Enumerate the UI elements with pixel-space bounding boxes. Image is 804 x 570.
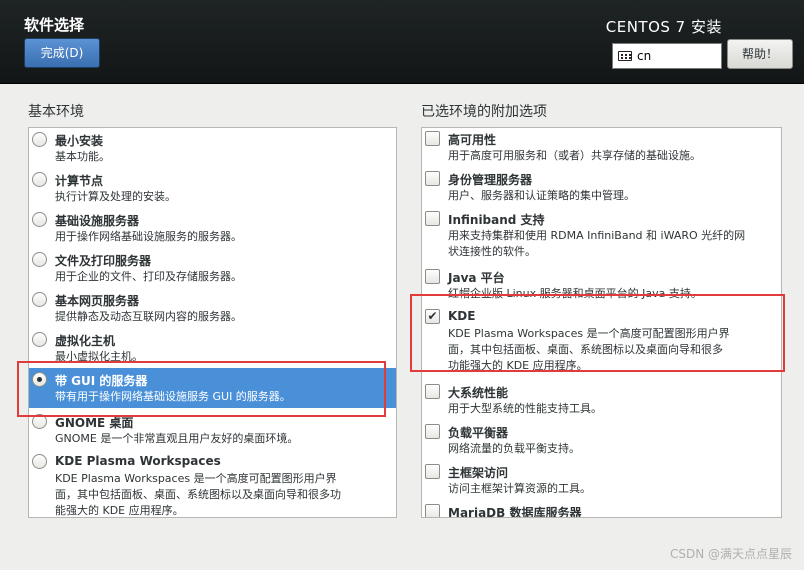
checkbox[interactable] — [425, 211, 440, 226]
environment-option[interactable]: 计算节点执行计算及处理的安装。 — [29, 168, 396, 208]
keyboard-icon — [618, 51, 632, 61]
addon-option[interactable]: 主框架访问访问主框架计算资源的工具。 — [422, 461, 781, 501]
addon-name: Infiniband 支持 — [448, 213, 545, 227]
environment-description: GNOME 是一个非常直观且用户友好的桌面环境。 — [55, 432, 299, 445]
addon-description: 用来支持集群和使用 RDMA InfiniBand 和 iWARO 光纤的网 — [448, 229, 746, 242]
addons-heading: 已选环境的附加选项 — [421, 104, 547, 120]
base-environment-heading: 基本环境 — [28, 104, 84, 120]
checkbox[interactable] — [425, 131, 440, 146]
environment-description: 用于操作网络基础设施服务的服务器。 — [55, 230, 242, 243]
addon-option[interactable]: Infiniband 支持用来支持集群和使用 RDMA InfiniBand 和… — [422, 208, 781, 266]
environment-name: 文件及打印服务器 — [55, 254, 152, 268]
addon-name: 负载平衡器 — [448, 426, 509, 440]
radio-button[interactable] — [32, 332, 47, 347]
environment-description: 用于企业的文件、打印及存储服务器。 — [55, 270, 242, 283]
environment-name: 基本网页服务器 — [55, 294, 140, 308]
addon-option[interactable]: 高可用性用于高度可用服务和（或者）共享存储的基础设施。 — [422, 128, 781, 168]
environment-name: 虚拟化主机 — [55, 334, 116, 348]
radio-button[interactable] — [32, 454, 47, 469]
environment-description: 面，其中包括面板、桌面、系统图标以及桌面向导和很多功 — [55, 488, 341, 501]
addon-description: 用户、服务器和认证策略的集中管理。 — [448, 189, 635, 202]
product-title: CENTOS 7 安装 — [605, 18, 722, 36]
help-button[interactable]: 帮助！ — [727, 39, 793, 69]
environment-option[interactable]: 基础设施服务器用于操作网络基础设施服务的服务器。 — [29, 208, 396, 248]
environment-option[interactable]: 基本网页服务器提供静态及动态互联网内容的服务器。 — [29, 288, 396, 328]
page-title: 软件选择 — [24, 16, 85, 34]
environment-description: KDE Plasma Workspaces 是一个高度可配置图形用户界 — [55, 472, 337, 485]
checkbox[interactable] — [425, 424, 440, 439]
radio-button[interactable] — [32, 132, 47, 147]
environment-option[interactable]: 最小安装 基本功能。 — [29, 128, 396, 168]
addon-name: 高可用性 — [448, 133, 497, 147]
addon-option[interactable]: MariaDB 数据库服务器 — [422, 501, 781, 518]
addon-name: Java 平台 — [448, 271, 505, 285]
environment-description: 提供静态及动态互联网内容的服务器。 — [55, 310, 242, 323]
addon-description: 用于大型系统的性能支持工具。 — [448, 402, 602, 415]
checkbox[interactable] — [425, 504, 440, 517]
radio-button[interactable] — [32, 292, 47, 307]
addon-name: MariaDB 数据库服务器 — [448, 506, 582, 518]
environment-name: 基础设施服务器 — [55, 214, 140, 228]
addon-name: 主框架访问 — [448, 466, 509, 480]
checkbox[interactable] — [425, 384, 440, 399]
done-button[interactable]: 完成(D) — [24, 38, 100, 68]
environment-description: 能强大的 KDE 应用程序。 — [55, 504, 184, 517]
radio-button[interactable] — [32, 172, 47, 187]
radio-button[interactable] — [32, 252, 47, 267]
environment-option[interactable]: 文件及打印服务器用于企业的文件、打印及存储服务器。 — [29, 248, 396, 288]
addon-option[interactable]: 大系统性能用于大型系统的性能支持工具。 — [422, 381, 781, 421]
checkbox[interactable] — [425, 269, 440, 284]
environment-name: 最小安装 — [55, 134, 104, 148]
addon-description: 网络流量的负载平衡支持。 — [448, 442, 580, 455]
environment-list[interactable]: 最小安装基本功能。计算节点执行计算及处理的安装。 基础设施服务器用于操作网络基础设… — [28, 127, 397, 518]
addon-option[interactable]: 负载平衡器网络流量的负载平衡支持。 — [422, 421, 781, 461]
addon-option[interactable]: 身份管理服务器用户、服务器和认证策略的集中管理。 — [422, 168, 781, 208]
watermark: CSDN @满天点点星辰 — [669, 547, 792, 561]
checkbox[interactable] — [425, 171, 440, 186]
keyboard-layout-label: cn — [637, 49, 652, 63]
top-bar: 软件选择 完成(D) CENTOS 7 安装 cn 帮助！ — [0, 0, 804, 84]
addon-description: 状连接性的软件。 — [448, 245, 536, 258]
annotation-box-environment — [17, 361, 386, 417]
environment-name: KDE Plasma Workspaces — [55, 454, 221, 468]
addon-name: 大系统性能 — [448, 386, 509, 400]
addon-description: 访问主框架计算资源的工具。 — [448, 482, 591, 495]
environment-description: 基本功能。 — [55, 150, 110, 163]
keyboard-layout-indicator[interactable]: cn — [612, 43, 722, 69]
radio-button[interactable] — [32, 212, 47, 227]
addon-description: 用于高度可用服务和（或者）共享存储的基础设施。 — [448, 149, 701, 162]
checkbox[interactable] — [425, 464, 440, 479]
annotation-box-addon — [410, 294, 785, 372]
environment-description: 执行计算及处理的安装。 — [55, 190, 176, 203]
addon-name: 身份管理服务器 — [448, 173, 533, 187]
environment-option[interactable]: KDE Plasma Workspaces KDE Plasma Workspac… — [29, 450, 396, 517]
environment-name: 计算节点 — [55, 174, 104, 188]
